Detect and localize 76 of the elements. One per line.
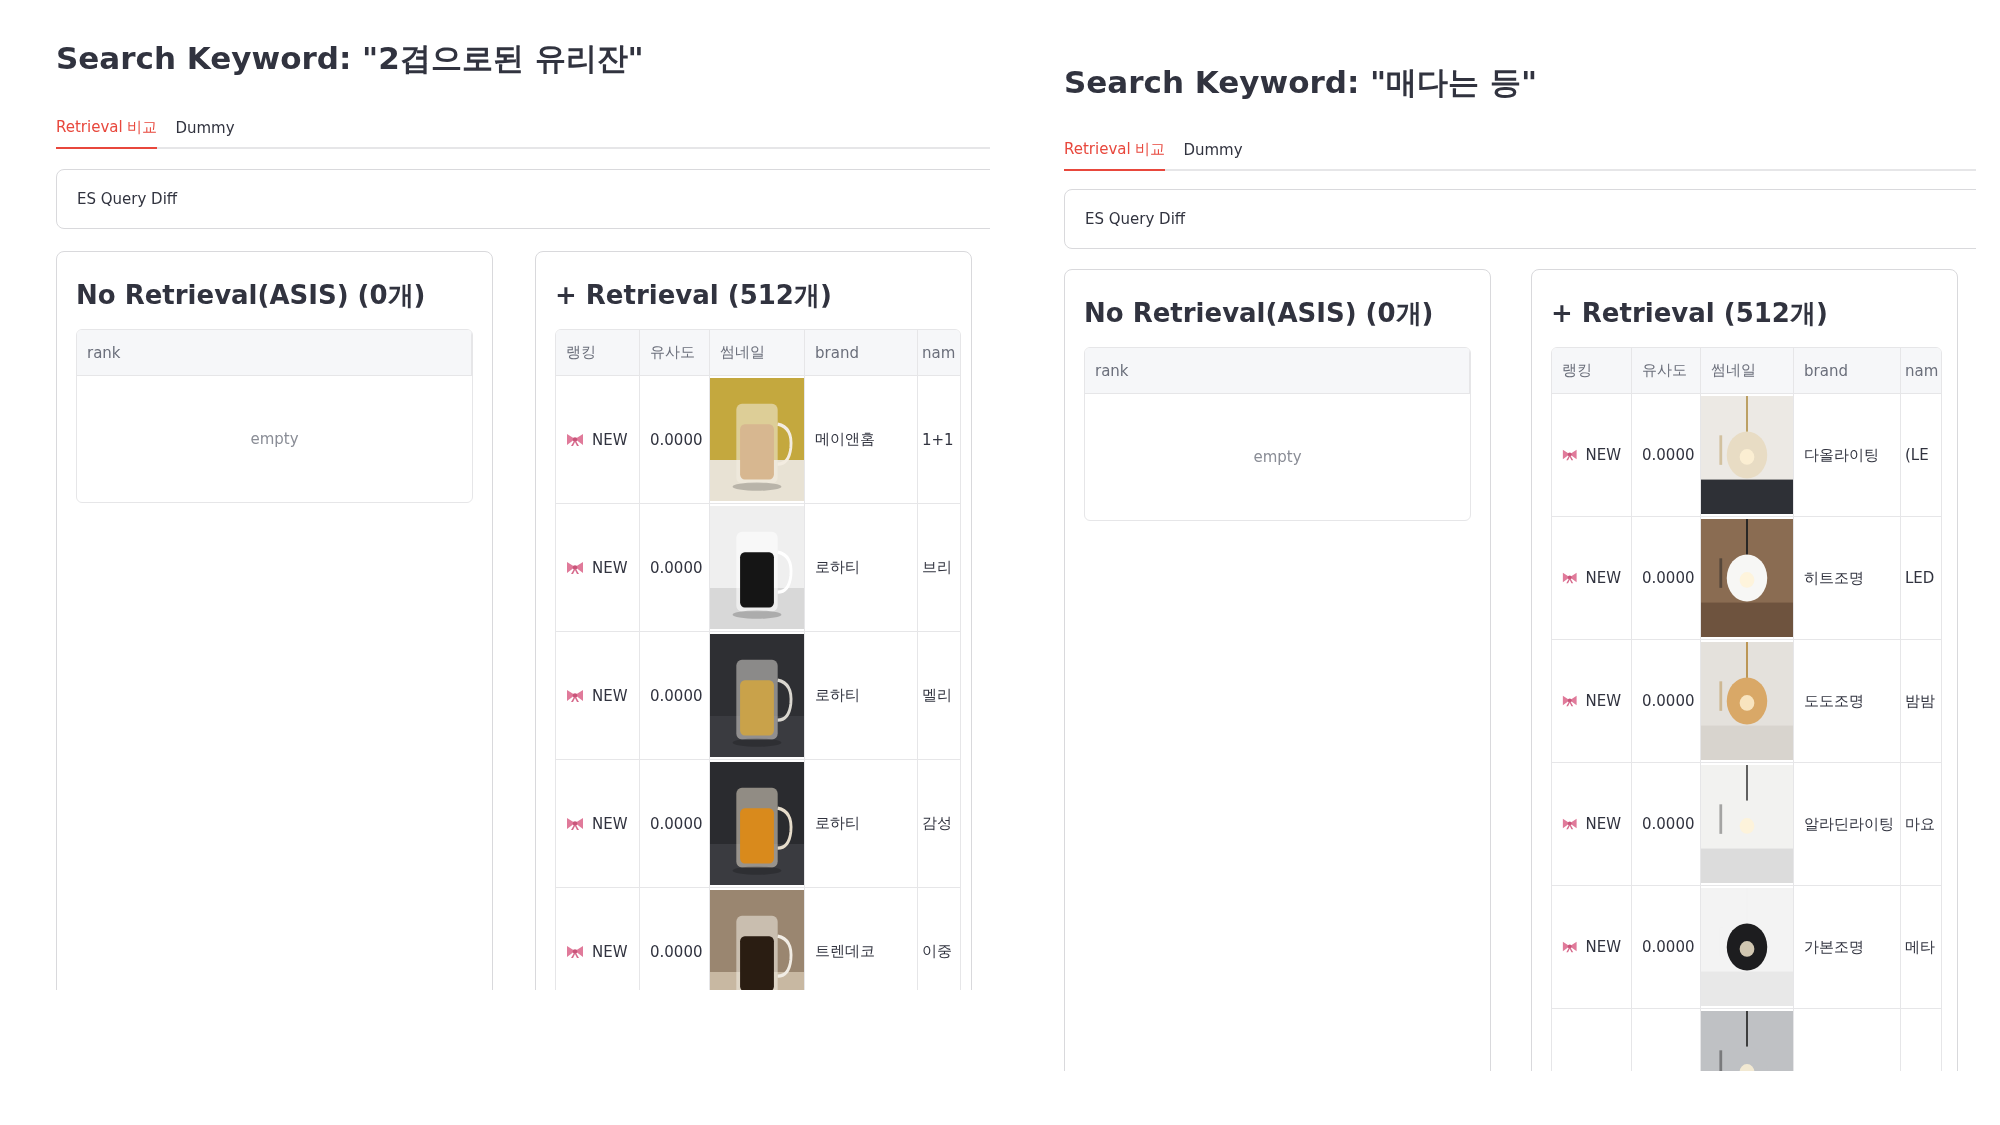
table-cell: 가본조명 bbox=[1804, 937, 1864, 957]
column-header[interactable]: 썸네일 bbox=[710, 330, 805, 376]
bow-icon bbox=[1562, 694, 1578, 709]
table-cell: 0.0000 bbox=[650, 814, 703, 833]
table-cell: 0.0000 bbox=[650, 942, 703, 961]
table-cell: 0.0000 bbox=[650, 686, 703, 705]
table-cell: 1+1 bbox=[922, 430, 954, 449]
column-header[interactable]: 랭킹 bbox=[1552, 348, 1632, 394]
table-cell: (LE bbox=[1905, 446, 1929, 465]
empty-message: empty bbox=[250, 430, 299, 449]
table-cell: 이중 bbox=[922, 942, 952, 962]
bow-icon bbox=[1562, 817, 1578, 832]
column-header[interactable]: 랭킹 bbox=[556, 330, 640, 376]
rank-label: NEW bbox=[592, 558, 628, 577]
expander[interactable]: ES Query Diff bbox=[56, 169, 990, 230]
column-header[interactable]: nam bbox=[918, 330, 960, 376]
bow-icon bbox=[566, 816, 584, 831]
rank-label: NEW bbox=[592, 942, 628, 961]
table-cell: 0.0000 bbox=[650, 558, 703, 577]
table-cell: 로하티 bbox=[815, 814, 860, 834]
table-cell: 마요 bbox=[1905, 814, 1935, 834]
page-title: Search Keyword: "2겹으로된 유리잔" bbox=[56, 39, 645, 78]
rank-label: NEW bbox=[1585, 569, 1621, 588]
bow-icon bbox=[1562, 940, 1578, 955]
table-cell: 로하티 bbox=[815, 686, 860, 706]
rank-label: NEW bbox=[592, 686, 628, 705]
table-cell: 메이앤홈 bbox=[815, 430, 875, 450]
column-header[interactable]: nam bbox=[1901, 348, 1941, 394]
rank-label: NEW bbox=[592, 430, 628, 449]
column-header[interactable]: brand bbox=[1794, 348, 1901, 394]
rank-label: NEW bbox=[1585, 938, 1621, 957]
tab[interactable]: Retrieval 비교 bbox=[56, 110, 158, 150]
tab[interactable]: Dummy bbox=[1183, 132, 1243, 172]
table-cell: 0.0000 bbox=[1642, 446, 1695, 465]
bow-icon bbox=[1562, 571, 1578, 586]
column-header[interactable]: 유사도 bbox=[640, 330, 710, 376]
column-header[interactable]: rank bbox=[1085, 348, 1470, 394]
table-cell: 밤밤 bbox=[1905, 691, 1935, 711]
column-header[interactable]: 썸네일 bbox=[1701, 348, 1794, 394]
bow-icon bbox=[566, 944, 584, 959]
column-header[interactable]: 유사도 bbox=[1632, 348, 1701, 394]
table-cell: 0.0000 bbox=[1642, 569, 1695, 588]
table-cell: 0.0000 bbox=[1642, 938, 1695, 957]
bow-icon bbox=[566, 432, 584, 447]
table-cell: 알라딘라이팅 bbox=[1804, 814, 1894, 834]
table-cell: 히트조명 bbox=[1804, 568, 1864, 588]
table-cell: 브리 bbox=[922, 558, 952, 578]
table-cell: 도도조명 bbox=[1804, 691, 1864, 711]
table-cell: 메타 bbox=[1905, 937, 1935, 957]
rank-label: NEW bbox=[1585, 692, 1621, 711]
bow-icon bbox=[566, 688, 584, 703]
table-cell: 다올라이팅 bbox=[1804, 445, 1879, 465]
card-title: No Retrieval(ASIS) (0개) bbox=[1084, 297, 1435, 331]
page-title: Search Keyword: "매다는 등" bbox=[1064, 63, 1539, 102]
tab[interactable]: Retrieval 비교 bbox=[1064, 132, 1166, 172]
card-title: + Retrieval (512개) bbox=[555, 279, 833, 313]
table-cell: 0.0000 bbox=[1642, 692, 1695, 711]
empty-message: empty bbox=[1253, 448, 1302, 467]
column-header[interactable]: rank bbox=[77, 330, 472, 376]
rank-label: NEW bbox=[1585, 446, 1621, 465]
expander[interactable]: ES Query Diff bbox=[1064, 189, 1976, 250]
column-header[interactable]: brand bbox=[805, 330, 918, 376]
bow-icon bbox=[566, 560, 584, 575]
tab[interactable]: Dummy bbox=[175, 110, 235, 150]
table-cell: LED bbox=[1905, 569, 1935, 588]
table-cell: 0.0000 bbox=[650, 430, 703, 449]
table-cell: 로하티 bbox=[815, 558, 860, 578]
table-cell: 감성 bbox=[922, 814, 952, 834]
table-cell: 0.0000 bbox=[1642, 815, 1695, 834]
table-cell: 트렌데코 bbox=[815, 942, 875, 962]
rank-label: NEW bbox=[592, 814, 628, 833]
card-title: No Retrieval(ASIS) (0개) bbox=[76, 279, 427, 313]
rank-label: NEW bbox=[1585, 815, 1621, 834]
bow-icon bbox=[1562, 448, 1578, 463]
table-cell: 멜리 bbox=[922, 686, 952, 706]
card-title: + Retrieval (512개) bbox=[1551, 297, 1829, 331]
